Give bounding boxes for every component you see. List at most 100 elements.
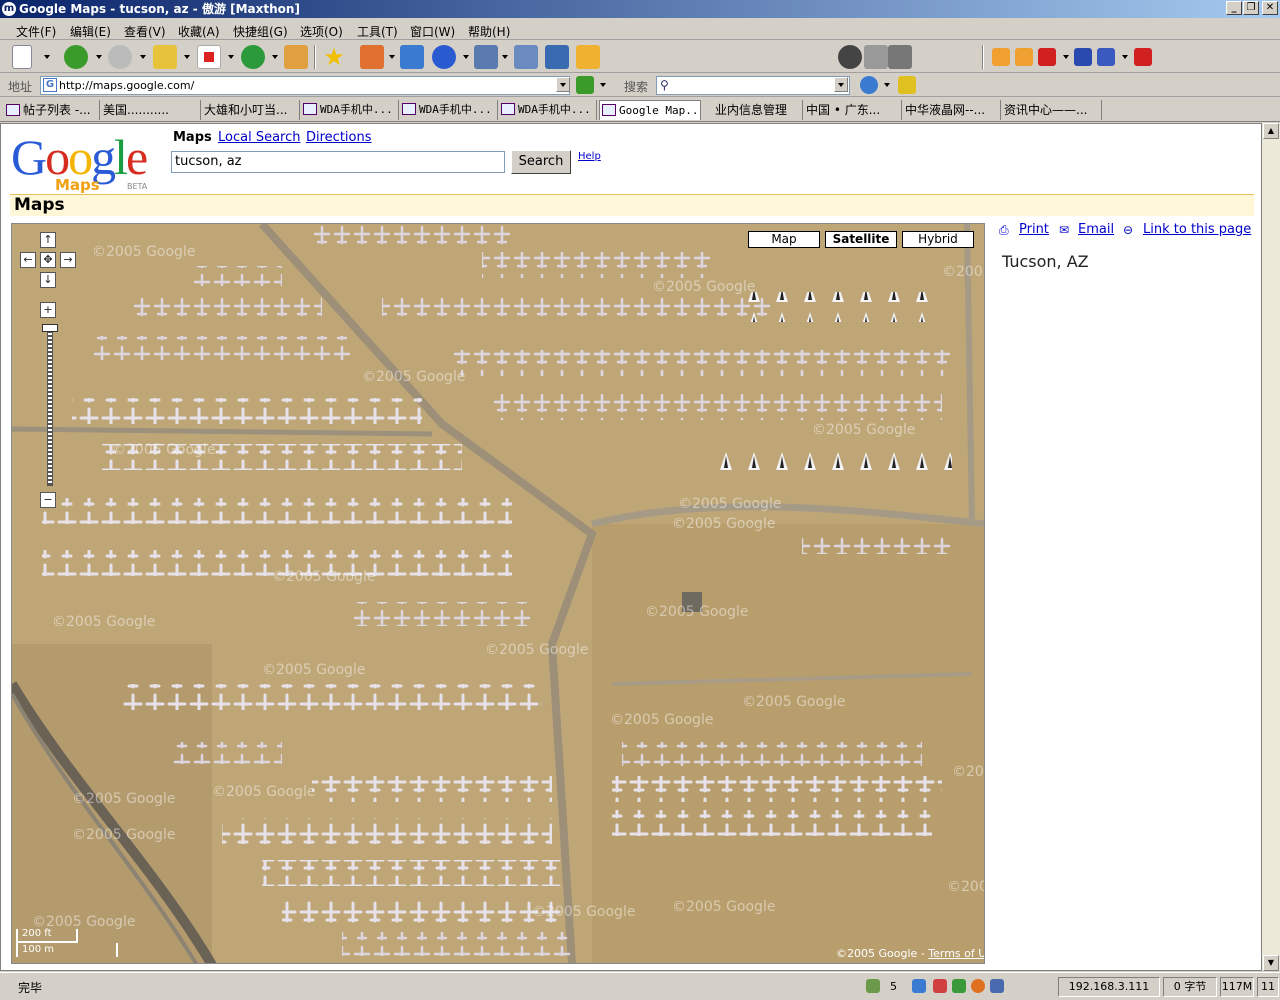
print-link[interactable]: Print <box>1019 222 1049 237</box>
go-icon[interactable] <box>576 76 594 94</box>
link-to-page-link[interactable]: Link to this page <box>1143 222 1251 237</box>
link-icon: ⊖ <box>1123 223 1134 237</box>
satellite-imagery <box>12 224 984 963</box>
menu-edit[interactable]: 编辑(E) <box>70 23 111 40</box>
zoom-out-icon[interactable]: − <box>40 492 56 508</box>
compass-icon[interactable] <box>838 45 862 69</box>
pan-right-icon[interactable]: → <box>60 252 76 268</box>
minimize-button[interactable]: _ <box>1226 1 1242 15</box>
menu-favorites[interactable]: 收藏(A) <box>178 23 220 40</box>
tab-item[interactable]: 帖子列表 -... <box>4 100 100 120</box>
map-watermark: ©2005 Google <box>952 764 984 780</box>
favorites-star-icon[interactable]: ★ <box>322 45 346 69</box>
toolbar: ★ <box>0 41 1280 73</box>
search-dropdown-button[interactable] <box>834 77 848 92</box>
back-icon[interactable] <box>64 45 88 69</box>
next-tab-icon[interactable] <box>1015 48 1033 66</box>
scale-bar: 200 ft 100 m <box>16 928 122 961</box>
menu-file[interactable]: 文件(F) <box>16 23 56 40</box>
tab-item-active[interactable]: Google Map... <box>599 100 701 120</box>
map-type-map-button[interactable]: Map <box>748 231 820 248</box>
url-dropdown-button[interactable] <box>556 77 570 92</box>
pan-center-icon[interactable]: ✥ <box>40 252 56 268</box>
columns-icon[interactable] <box>474 45 498 69</box>
map-watermark: ©2005 Google <box>652 279 756 295</box>
menu-groups[interactable]: 快捷组(G) <box>233 23 288 40</box>
map-watermark: ©2005 Google <box>485 642 589 658</box>
status-bar: 完毕 5 192.168.3.111 0 字节 117M 11 <box>0 972 1280 1000</box>
menu-help[interactable]: 帮助(H) <box>468 23 510 40</box>
tab-item[interactable]: WDA手机中... <box>499 100 597 120</box>
window-icon[interactable] <box>400 45 424 69</box>
sun-icon[interactable] <box>971 979 985 993</box>
menu-window[interactable]: 窗口(W) <box>410 23 455 40</box>
tab-item[interactable]: 中国 • 广东... <box>804 100 902 120</box>
zoom-in-icon[interactable]: + <box>40 302 56 318</box>
notes-icon[interactable] <box>576 45 600 69</box>
map-type-hybrid-button[interactable]: Hybrid <box>902 231 974 248</box>
url-input[interactable]: G http://maps.google.com/ <box>40 76 570 95</box>
pan-left-icon[interactable]: ← <box>20 252 36 268</box>
map-watermark: ©2005 Google <box>672 516 776 532</box>
zoom-slider-handle[interactable] <box>42 324 58 332</box>
tab-item[interactable]: 资讯中心——... <box>1002 100 1102 120</box>
diamond-icon[interactable] <box>888 45 912 69</box>
search-engine-icon[interactable] <box>860 76 878 94</box>
restore-button[interactable]: ❐ <box>1243 1 1259 15</box>
satellite-map[interactable]: ©2005 Google ©2005 Google ©2005 Google ©200… <box>11 223 985 964</box>
map-watermark: ©2005 Google <box>72 791 176 807</box>
search-button[interactable]: Search <box>511 150 571 174</box>
edit-icon[interactable] <box>545 45 569 69</box>
status-text: 完毕 <box>18 981 43 995</box>
tile-icon[interactable] <box>1097 48 1115 66</box>
nav-maps: Maps <box>173 130 212 145</box>
stop-icon[interactable] <box>197 45 221 69</box>
map-type-satellite-button[interactable]: Satellite <box>825 231 897 248</box>
web-search-input[interactable]: ⚲ <box>656 76 850 95</box>
google-maps-logo[interactable]: Google Maps BETA <box>11 132 161 194</box>
highlight-icon[interactable] <box>898 76 916 94</box>
pan-down-icon[interactable]: ↓ <box>40 272 56 288</box>
close-all-icon[interactable] <box>1134 48 1152 66</box>
status-extra: 11 <box>1257 977 1279 997</box>
screen-icon[interactable] <box>990 979 1004 993</box>
tab-item[interactable]: WDA手机中... <box>400 100 498 120</box>
tab-item[interactable]: 业内信息管理 <box>703 100 803 120</box>
new-page-icon[interactable] <box>12 45 32 69</box>
vertical-scrollbar[interactable]: ▲ ▼ <box>1262 123 1280 971</box>
terms-of-use-link[interactable]: Terms of Use <box>928 947 984 960</box>
popup-icon[interactable] <box>866 979 880 993</box>
forward-icon[interactable] <box>108 45 132 69</box>
nav-directions-link[interactable]: Directions <box>306 130 372 145</box>
pan-up-icon[interactable]: ↑ <box>40 232 56 248</box>
home-icon[interactable] <box>284 45 308 69</box>
translate-icon[interactable] <box>360 45 384 69</box>
sidebar-icon[interactable] <box>514 45 538 69</box>
undo-icon[interactable] <box>432 45 456 69</box>
menu-view[interactable]: 查看(V) <box>124 23 166 40</box>
close-button[interactable]: ✕ <box>1262 1 1278 15</box>
prev-tab-icon[interactable] <box>992 48 1010 66</box>
email-link[interactable]: Email <box>1078 222 1114 237</box>
close-tab-icon[interactable] <box>1038 48 1056 66</box>
tools-icon[interactable] <box>864 45 888 69</box>
sync-icon[interactable] <box>912 979 926 993</box>
menu-tools[interactable]: 工具(T) <box>357 23 398 40</box>
tab-item[interactable]: 大雄和小叮当... <box>202 100 300 120</box>
nav-local-search-link[interactable]: Local Search <box>218 130 301 145</box>
refresh-icon[interactable] <box>241 45 265 69</box>
scroll-up-icon[interactable]: ▲ <box>1263 123 1279 139</box>
menu-options[interactable]: 选项(O) <box>300 23 343 40</box>
zoom-slider[interactable] <box>47 328 53 486</box>
help-link[interactable]: Help <box>578 151 601 162</box>
tab-item[interactable]: 中华液晶网--... <box>903 100 1001 120</box>
maps-search-input[interactable]: tucson, az <box>171 151 505 173</box>
scale-ft: 200 ft <box>22 928 52 939</box>
tab-item[interactable]: WDA手机中... <box>301 100 399 120</box>
up-folder-icon[interactable] <box>153 45 177 69</box>
tab-item[interactable]: 美国........... <box>101 100 201 120</box>
scroll-down-icon[interactable]: ▼ <box>1263 955 1279 971</box>
download-icon[interactable] <box>952 979 966 993</box>
block-icon[interactable] <box>933 979 947 993</box>
minimize-tab-icon[interactable] <box>1074 48 1092 66</box>
